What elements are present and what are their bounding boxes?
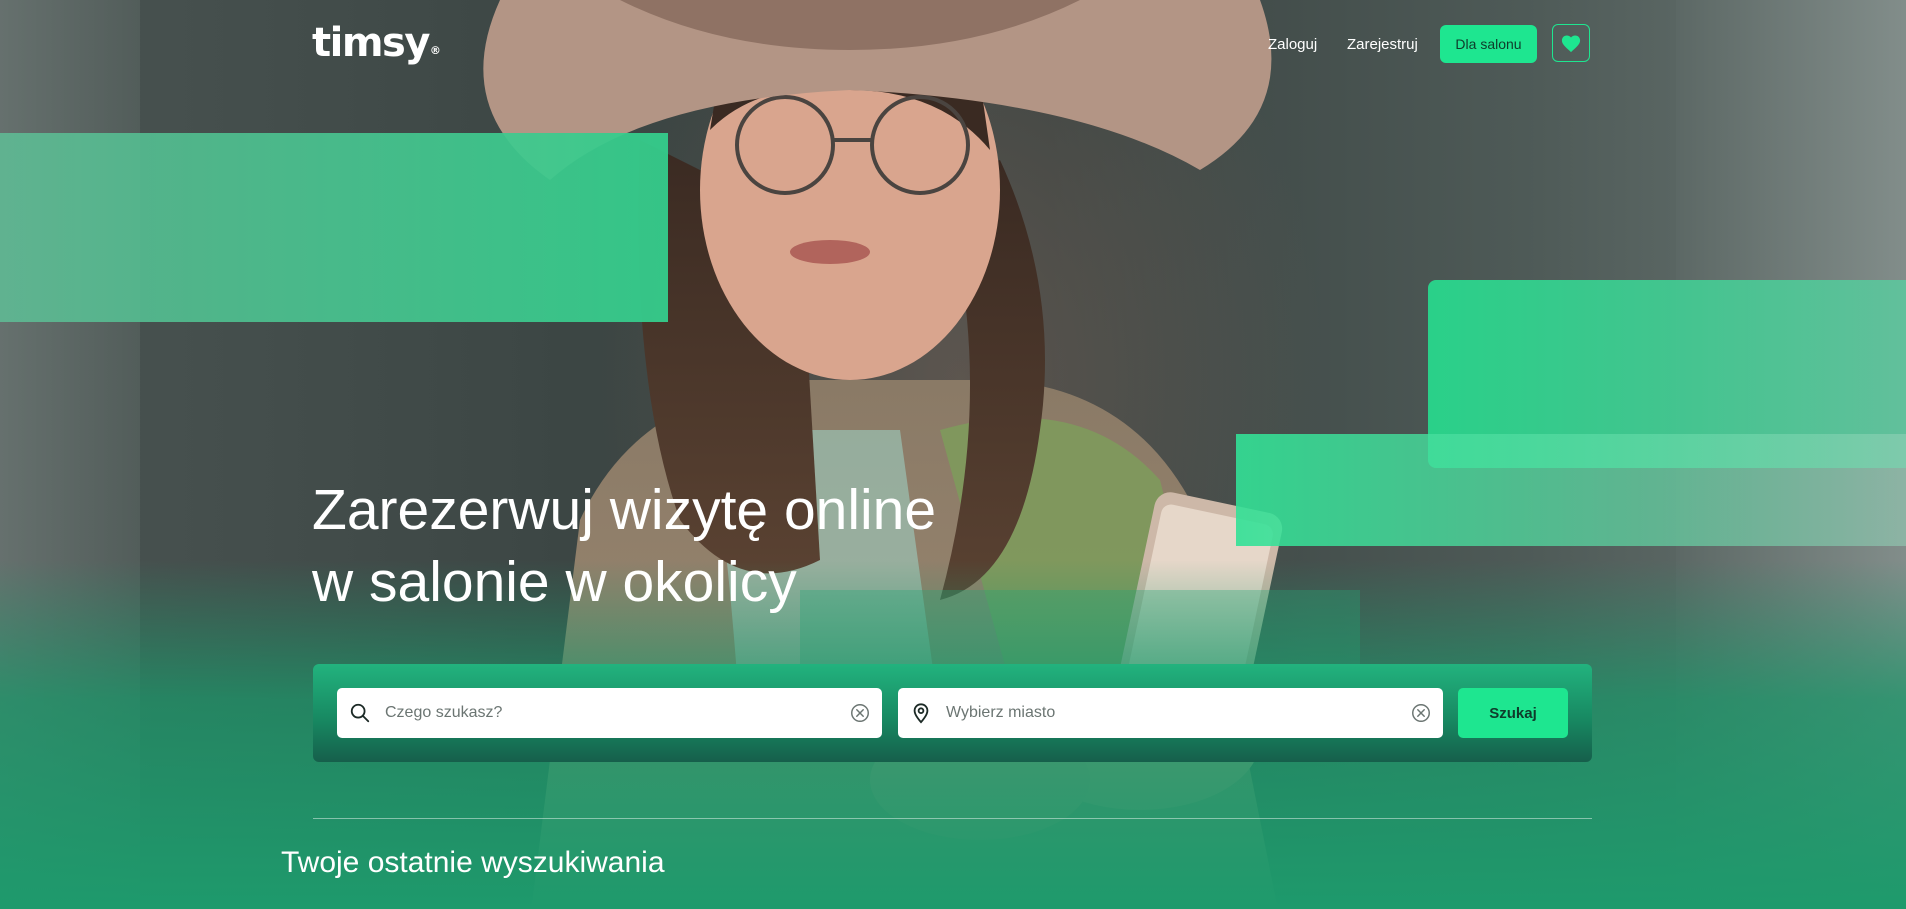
clear-circle-icon[interactable] (1410, 702, 1432, 724)
login-link[interactable]: Zaloguj (1268, 36, 1317, 53)
city-search-field[interactable] (898, 688, 1443, 738)
service-search-field[interactable] (337, 688, 882, 738)
hero-headline-line-1: Zarezerwuj wizytę online (312, 478, 937, 542)
search-panel: Szukaj (313, 664, 1592, 762)
decorative-band-right-bottom (1236, 434, 1906, 546)
search-button[interactable]: Szukaj (1458, 688, 1568, 738)
hero-background (0, 0, 1906, 909)
timsy-logo[interactable]: timsy® (312, 20, 441, 66)
search-icon (350, 703, 370, 723)
heart-icon (1561, 35, 1581, 53)
recent-searches-title: Twoje ostatnie wyszukiwania (281, 846, 665, 879)
for-salon-button[interactable]: Dla salonu (1440, 25, 1537, 63)
register-link[interactable]: Zarejestruj (1347, 36, 1418, 53)
clear-circle-icon[interactable] (849, 702, 871, 724)
hero-headline-line-2: w salonie w okolicy (312, 550, 797, 614)
decorative-band-left (0, 133, 668, 322)
hero-headline: Zarezerwuj wizytę online w salonie w oko… (312, 474, 936, 618)
section-divider (313, 818, 1592, 819)
location-pin-icon (913, 703, 929, 724)
city-search-input[interactable] (946, 688, 1386, 738)
service-search-input[interactable] (385, 688, 825, 738)
favorites-button[interactable] (1552, 24, 1590, 62)
